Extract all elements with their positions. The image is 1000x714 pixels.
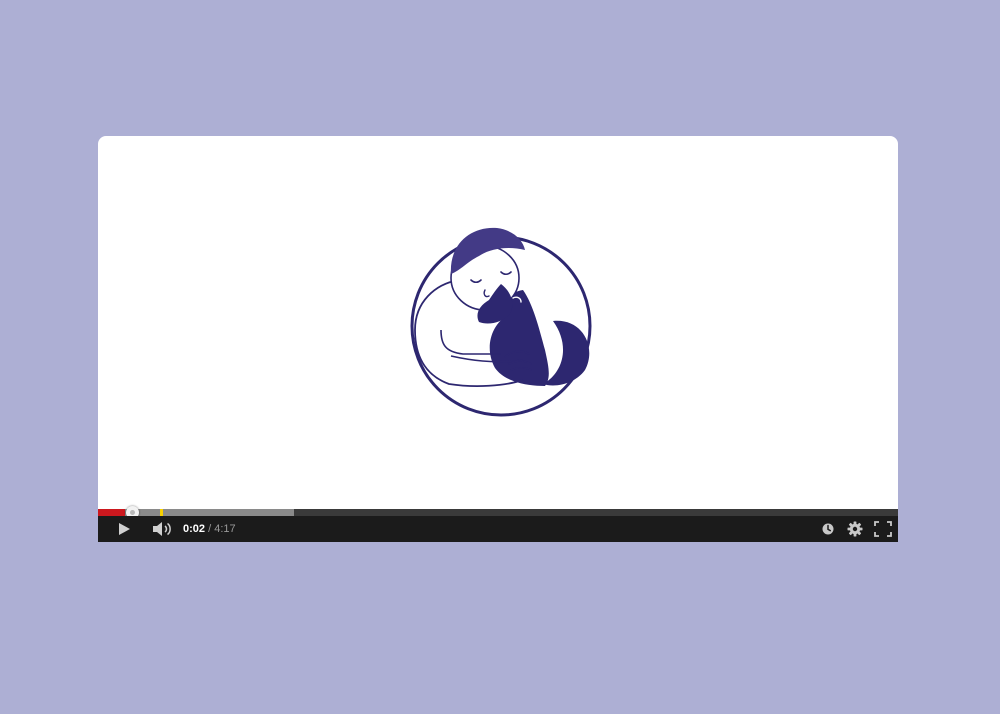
progress-played <box>98 509 126 516</box>
play-button[interactable] <box>112 516 136 542</box>
time-separator: / <box>205 523 215 535</box>
progress-bar[interactable] <box>98 506 898 519</box>
volume-button[interactable] <box>150 516 174 542</box>
play-icon <box>119 523 130 535</box>
current-time: 0:02 <box>183 523 206 535</box>
watch-later-button[interactable] <box>817 516 839 542</box>
control-bar: 0:02 / 4:17 <box>98 516 898 542</box>
ad-marker <box>159 509 163 516</box>
gear-icon <box>847 521 863 537</box>
time-display: 0:02 / 4:17 <box>183 516 236 542</box>
video-frame[interactable] <box>98 136 898 509</box>
fullscreen-button[interactable] <box>872 516 894 542</box>
settings-button[interactable] <box>844 516 866 542</box>
hug-logo <box>410 227 592 417</box>
volume-icon <box>153 522 171 536</box>
total-duration: 4:17 <box>214 523 236 535</box>
video-player: 0:02 / 4:17 <box>98 136 898 542</box>
fullscreen-icon <box>874 521 892 537</box>
clock-icon <box>822 523 834 535</box>
